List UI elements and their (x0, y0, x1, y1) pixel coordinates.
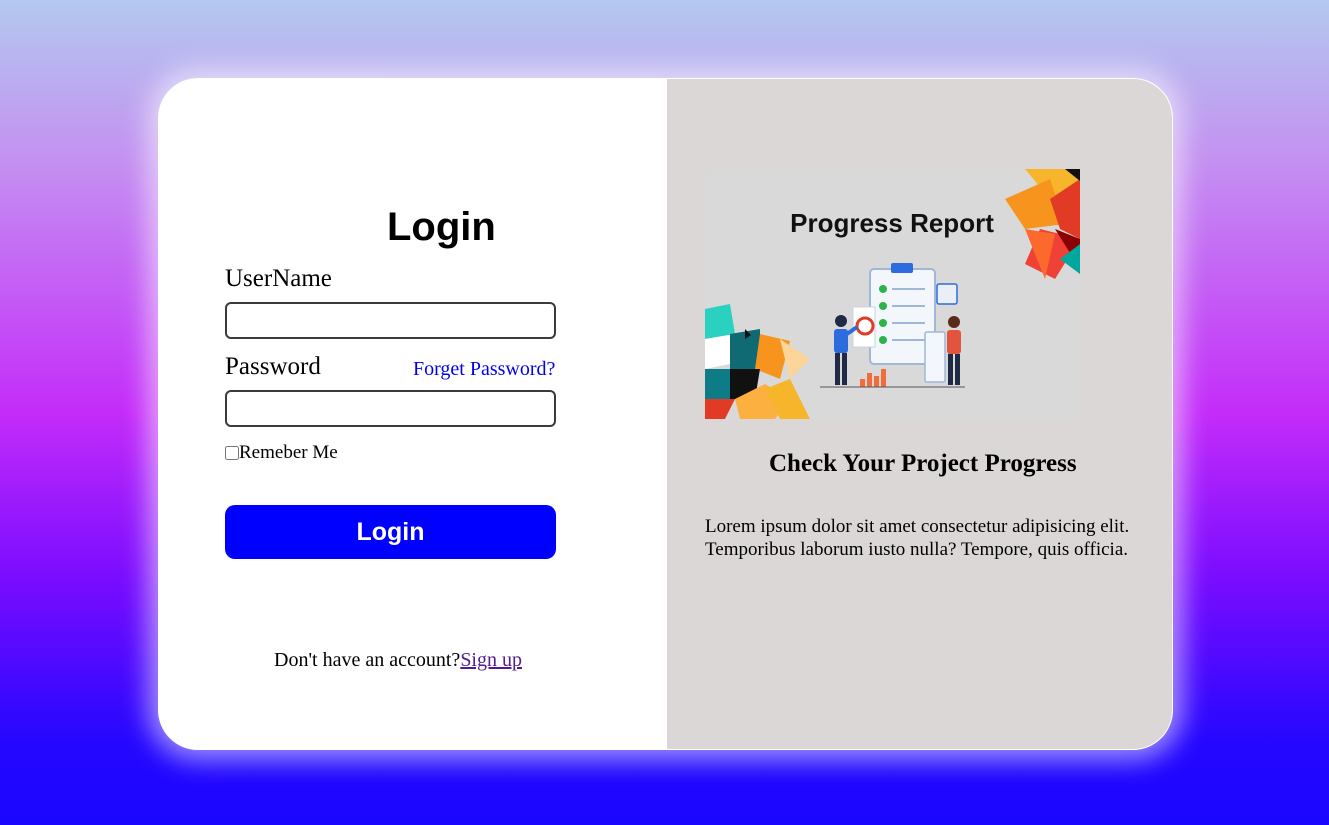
promo-panel: Progress Report Check Your Project Progr… (667, 79, 1172, 749)
progress-report-image: Progress Report (705, 169, 1080, 419)
remember-me-label: Remeber Me (239, 442, 338, 463)
username-input[interactable] (225, 302, 556, 339)
login-button[interactable]: Login (225, 505, 556, 559)
password-label: Password (225, 353, 321, 380)
promo-body: Lorem ipsum dolor sit amet consectetur a… (705, 516, 1130, 560)
signup-link[interactable]: Sign up (460, 649, 522, 671)
signup-line: Don't have an account?Sign up (274, 648, 522, 672)
remember-me: Remeber Me (225, 442, 338, 464)
image-title-text: Progress Report (790, 208, 994, 238)
username-label: UserName (225, 265, 332, 292)
remember-me-checkbox[interactable] (225, 446, 239, 460)
forgot-password-link[interactable]: Forget Password? (413, 357, 555, 381)
login-title: Login (387, 205, 496, 249)
login-panel: Login UserName Password Forget Password?… (159, 79, 667, 749)
password-input[interactable] (225, 390, 556, 427)
signup-prompt: Don't have an account? (274, 649, 461, 671)
promo-heading: Check Your Project Progress (769, 450, 1077, 477)
login-card: Login UserName Password Forget Password?… (158, 78, 1173, 750)
